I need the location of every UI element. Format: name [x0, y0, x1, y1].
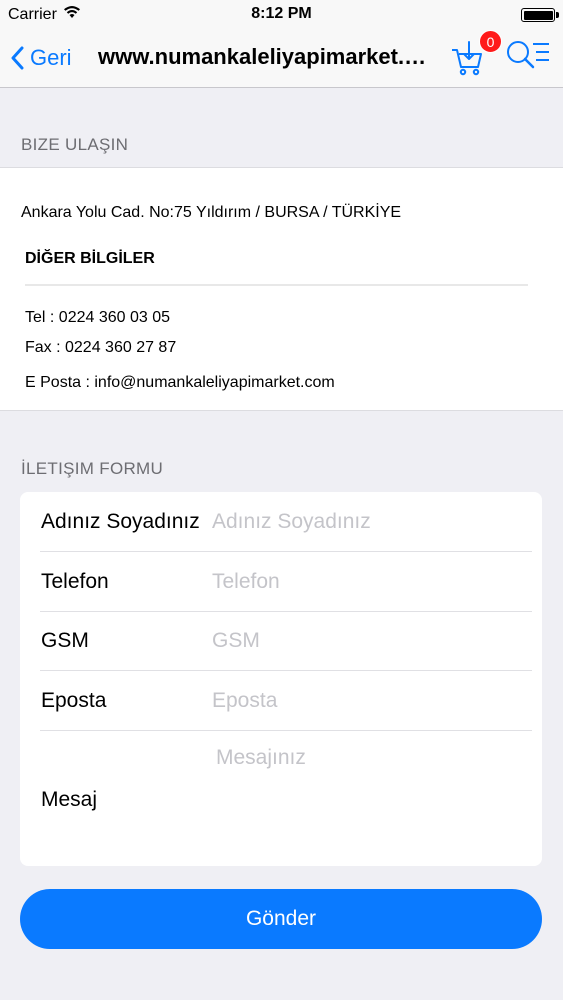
gsm-label: GSM — [41, 629, 89, 652]
send-button[interactable]: Gönder — [20, 889, 542, 949]
divider — [25, 284, 528, 286]
fax-text: Fax : 0224 360 27 87 — [25, 339, 177, 356]
message-textarea[interactable] — [212, 742, 530, 852]
form-section-header: İLETIŞIM FORMU — [21, 459, 164, 478]
gsm-input[interactable] — [212, 621, 530, 661]
back-button[interactable]: Geri — [10, 40, 72, 76]
phone-text[interactable]: Tel : 0224 360 03 05 — [25, 309, 170, 327]
address-text: Ankara Yolu Cad. No:75 Yıldırım / BURSA … — [21, 204, 402, 221]
contact-form: Adınız Soyadınız Telefon GSM Eposta Mesa… — [20, 492, 542, 866]
navigation-bar: Geri www.numankaleliyapimarket.com 0 — [0, 30, 563, 88]
name-input[interactable] — [212, 502, 530, 542]
chevron-left-icon — [10, 46, 24, 70]
form-row-phone: Telefon — [20, 552, 542, 612]
search-menu-button[interactable] — [505, 38, 553, 78]
form-row-email: Eposta — [20, 671, 542, 731]
contact-section-header: BIZE ULAŞIN — [21, 135, 129, 154]
phone-label: Telefon — [41, 570, 109, 593]
status-time: 8:12 PM — [251, 5, 312, 22]
form-row-gsm: GSM — [20, 611, 542, 671]
back-button-label: Geri — [30, 45, 72, 70]
phone-input[interactable] — [212, 562, 530, 602]
battery-icon — [521, 8, 559, 22]
contact-info-panel: Ankara Yolu Cad. No:75 Yıldırım / BURSA … — [0, 167, 563, 411]
email-text[interactable]: E Posta : info@numankaleliyapimarket.com — [25, 374, 335, 392]
form-row-name: Adınız Soyadınız — [20, 492, 542, 552]
other-info-title: DİĞER BİLGİLER — [25, 250, 155, 267]
divider — [40, 730, 532, 731]
search-menu-icon — [505, 41, 551, 76]
status-bar: Carrier 8:12 PM — [0, 0, 563, 30]
name-label: Adınız Soyadınız — [41, 510, 200, 533]
email-input[interactable] — [212, 681, 530, 721]
message-label: Mesaj — [41, 788, 98, 811]
cart-count-badge: 0 — [479, 30, 502, 53]
email-label: Eposta — [41, 689, 107, 712]
page-title: www.numankaleliyapimarket.com — [98, 44, 436, 69]
cart-download-icon — [450, 41, 484, 80]
